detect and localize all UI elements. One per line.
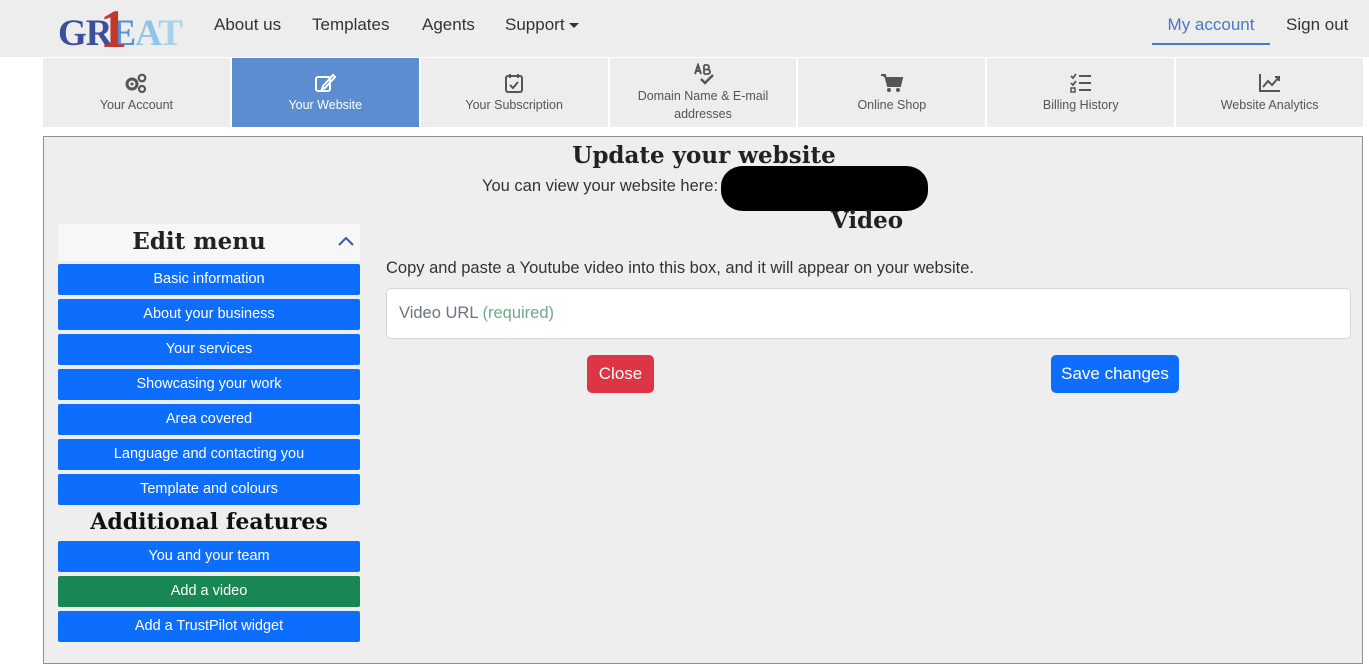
tab-label: Online Shop — [857, 97, 927, 112]
sidebar-item-template-and-colours[interactable]: Template and colours — [58, 474, 360, 505]
nav-sign-out[interactable]: Sign out — [1286, 15, 1348, 35]
list-check-icon — [1069, 72, 1091, 93]
additional-features-title: Additional features — [90, 509, 328, 535]
video-url-placeholder: Video URL — [399, 304, 478, 322]
tab-label: Website Analytics — [1220, 97, 1319, 112]
section-title: Video — [830, 207, 904, 234]
close-button[interactable]: Close — [587, 355, 654, 393]
top-navbar: GREAT 1 About us Templates Agents Suppor… — [0, 0, 1369, 59]
caret-down-icon — [568, 23, 579, 29]
sidebar-item-your-services[interactable]: Your services — [58, 334, 360, 365]
page-title: Update your website — [572, 142, 836, 169]
tab-your-subscription[interactable]: Your Subscription — [420, 58, 608, 127]
tab-label: Your Account — [99, 97, 174, 112]
cart-icon — [880, 73, 904, 92]
sidebar-item-about-your-business[interactable]: About your business — [58, 299, 360, 330]
tab-label: Your Website — [288, 97, 363, 112]
nav-templates[interactable]: Templates — [312, 15, 389, 35]
tab-billing-history[interactable]: Billing History — [987, 58, 1175, 127]
account-tabs: Your Account Your Website Your Subscript… — [43, 58, 1364, 127]
nav-support-label: Support — [505, 15, 565, 34]
sidebar-item-basic-information[interactable]: Basic information — [58, 264, 360, 295]
view-website-text: You can view your website here: — [482, 177, 719, 195]
calendar-check-icon — [505, 73, 524, 93]
sidebar-item-you-and-your-team[interactable]: You and your team — [58, 541, 360, 572]
sidebar-item-showcasing-your-work[interactable]: Showcasing your work — [58, 369, 360, 400]
nav-my-account[interactable]: My account — [1152, 0, 1270, 45]
main-panel: Update your website You can view your we… — [43, 136, 1363, 664]
logo-numeral: 1 — [100, 0, 127, 59]
redacted-website-link — [721, 166, 928, 211]
nav-agents[interactable]: Agents — [422, 15, 475, 35]
nav-support-dropdown[interactable]: Support — [505, 15, 579, 35]
spellcheck-icon — [694, 62, 714, 85]
edit-menu-title: Edit menu — [132, 228, 266, 255]
tab-label: Your Subscription — [465, 97, 563, 112]
gears-icon — [125, 73, 147, 93]
tab-domain-email[interactable]: Domain Name & E-mail addresses — [609, 58, 797, 127]
tab-website-analytics[interactable]: Website Analytics — [1176, 58, 1364, 127]
tab-online-shop[interactable]: Online Shop — [798, 58, 986, 127]
sidebar-item-area-covered[interactable]: Area covered — [58, 404, 360, 435]
sidebar-item-add-a-video[interactable]: Add a video — [58, 576, 360, 607]
sidebar-item-language-and-contacting-you[interactable]: Language and contacting you — [58, 439, 360, 470]
edit-menu-header[interactable]: Edit menu — [58, 224, 360, 261]
sidebar-item-add-trustpilot-widget[interactable]: Add a TrustPilot widget — [58, 611, 360, 642]
video-instructions: Copy and paste a Youtube video into this… — [386, 259, 974, 277]
save-changes-button[interactable]: Save changes — [1051, 355, 1179, 393]
nav-about-us[interactable]: About us — [214, 15, 281, 35]
tab-your-website[interactable]: Your Website — [231, 58, 419, 127]
tab-label: Domain Name & E-mail addresses — [637, 88, 769, 121]
tab-your-account[interactable]: Your Account — [43, 58, 230, 127]
chevron-up-icon[interactable] — [336, 234, 356, 248]
tab-label: Billing History — [1042, 97, 1119, 112]
required-hint: (required) — [482, 304, 555, 322]
edit-icon — [315, 73, 337, 92]
chart-line-icon — [1258, 73, 1280, 92]
video-url-input[interactable]: Video URL (required) — [386, 288, 1351, 339]
logo[interactable]: GREAT 1 — [58, 0, 183, 59]
